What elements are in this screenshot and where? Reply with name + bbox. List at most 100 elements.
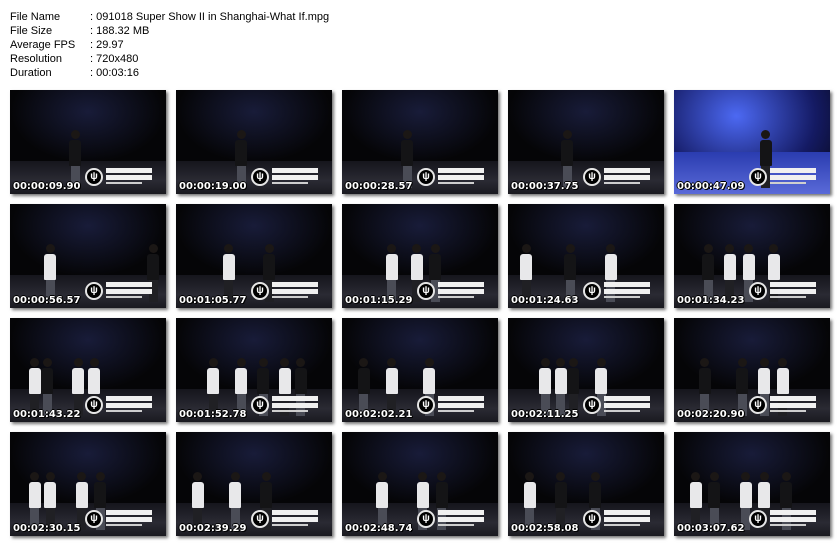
performer-figure <box>207 358 220 416</box>
stage-lighting <box>674 318 830 391</box>
performer-figure <box>69 130 82 188</box>
video-thumbnail: ψ 00:02:48.74 <box>342 432 498 536</box>
watermark-logo: ψ <box>749 168 816 186</box>
performer-figure <box>561 130 574 188</box>
video-thumbnail: ψ 00:02:20.90 <box>674 318 830 422</box>
watermark-logo: ψ <box>251 396 318 414</box>
watermark-logo: ψ <box>85 168 152 186</box>
thumbnail-timestamp: 00:00:09.90 <box>13 181 81 192</box>
info-value: : 29.97 <box>90 39 124 51</box>
video-thumbnail: ψ 00:00:19.00 <box>176 90 332 194</box>
info-value: : 091018 Super Show II in Shanghai-What … <box>90 11 330 23</box>
thumbnail-timestamp: 00:02:58.08 <box>511 523 579 534</box>
file-info-panel: File Name : 091018 Super Show II in Shan… <box>10 10 329 80</box>
video-thumbnail: ψ 00:03:07.62 <box>674 432 830 536</box>
info-row-file-size: File Size : 188.32 MB <box>10 24 329 38</box>
thumbnail-timestamp: 00:00:19.00 <box>179 181 247 192</box>
watermark-logo: ψ <box>417 168 484 186</box>
stage-lighting <box>176 90 332 163</box>
video-thumbnail: ψ 00:02:39.29 <box>176 432 332 536</box>
stage-lighting <box>10 90 166 163</box>
info-label: File Size <box>10 25 53 37</box>
performer-figure <box>235 358 248 416</box>
info-value: : 720x480 <box>90 53 139 65</box>
performer-figure <box>44 244 57 302</box>
info-label: Average FPS <box>10 39 76 51</box>
video-thumbnail: ψ 00:02:58.08 <box>508 432 664 536</box>
performer-figure <box>523 472 536 530</box>
video-thumbnail: ψ 00:02:30.15 <box>10 432 166 536</box>
stage-lighting <box>508 90 664 163</box>
performer-figure <box>564 244 577 302</box>
stage-lighting <box>342 90 498 163</box>
thumbnail-timestamp: 00:00:47.09 <box>677 181 745 192</box>
thumbnail-timestamp: 00:01:43.22 <box>13 409 81 420</box>
info-value: : 188.32 MB <box>90 25 150 37</box>
video-thumbnail: ψ 00:00:47.09 <box>674 90 830 194</box>
thumbnail-timestamp: 00:01:52.78 <box>179 409 247 420</box>
performer-figure <box>385 358 398 416</box>
info-row-resolution: Resolution : 720x480 <box>10 52 329 66</box>
performer-figure <box>539 358 552 416</box>
watermark-logo: ψ <box>85 282 152 300</box>
thumbnail-timestamp: 00:01:05.77 <box>179 295 247 306</box>
video-thumbnail: ψ 00:00:37.75 <box>508 90 664 194</box>
watermark-logo: ψ <box>749 510 816 528</box>
performer-figure <box>554 358 567 416</box>
watermark-logo: ψ <box>85 396 152 414</box>
performer-figure <box>736 358 749 416</box>
stage-lighting <box>176 204 332 277</box>
watermark-logo: ψ <box>583 168 650 186</box>
stage-lighting <box>508 318 664 391</box>
info-label: Duration <box>10 67 52 79</box>
stage-lighting <box>176 318 332 391</box>
video-thumbnail: ψ 00:00:09.90 <box>10 90 166 194</box>
performer-figure <box>401 130 414 188</box>
performer-figure <box>44 472 57 530</box>
info-value: : 00:03:16 <box>90 67 139 79</box>
performer-figure <box>567 358 580 416</box>
video-thumbnail: ψ 00:02:02.21 <box>342 318 498 422</box>
video-thumbnail: ψ 00:01:24.63 <box>508 204 664 308</box>
performer-figure <box>41 358 54 416</box>
watermark-logo: ψ <box>417 282 484 300</box>
performer-figure <box>554 472 567 530</box>
thumbnail-timestamp: 00:02:48.74 <box>345 523 413 534</box>
performer-figure <box>385 244 398 302</box>
video-thumbnail: ψ 00:01:34.23 <box>674 204 830 308</box>
video-thumbnail: ψ 00:01:52.78 <box>176 318 332 422</box>
thumbnail-timestamp: 00:01:24.63 <box>511 295 579 306</box>
stage-lighting <box>10 204 166 277</box>
performer-figure <box>229 472 242 530</box>
watermark-logo: ψ <box>251 510 318 528</box>
performer-figure <box>72 358 85 416</box>
performer-figure <box>723 244 736 302</box>
watermark-logo: ψ <box>85 510 152 528</box>
performer-figure <box>520 244 533 302</box>
performer-figure <box>28 472 41 530</box>
performer-figure <box>191 472 204 530</box>
thumbnail-timestamp: 00:02:20.90 <box>677 409 745 420</box>
watermark-logo: ψ <box>749 396 816 414</box>
info-row-duration: Duration : 00:03:16 <box>10 66 329 80</box>
thumbnail-timestamp: 00:03:07.62 <box>677 523 745 534</box>
info-label: File Name <box>10 11 61 23</box>
thumbnail-timestamp: 00:01:15.29 <box>345 295 413 306</box>
watermark-logo: ψ <box>583 510 650 528</box>
watermark-logo: ψ <box>417 510 484 528</box>
performer-figure <box>702 244 715 302</box>
performer-figure <box>222 244 235 302</box>
thumbnail-timestamp: 00:02:02.21 <box>345 409 413 420</box>
performer-figure <box>698 358 711 416</box>
thumbnail-timestamp: 00:00:56.57 <box>13 295 81 306</box>
watermark-logo: ψ <box>583 282 650 300</box>
info-row-file-name: File Name : 091018 Super Show II in Shan… <box>10 10 329 24</box>
watermark-logo: ψ <box>583 396 650 414</box>
video-thumbnail: ψ 00:00:28.57 <box>342 90 498 194</box>
performer-figure <box>357 358 370 416</box>
video-thumbnail: ψ 00:01:15.29 <box>342 204 498 308</box>
thumbnail-timestamp: 00:02:30.15 <box>13 523 81 534</box>
video-thumbnail: ψ 00:00:56.57 <box>10 204 166 308</box>
info-label: Resolution <box>10 53 62 65</box>
performer-figure <box>28 358 41 416</box>
